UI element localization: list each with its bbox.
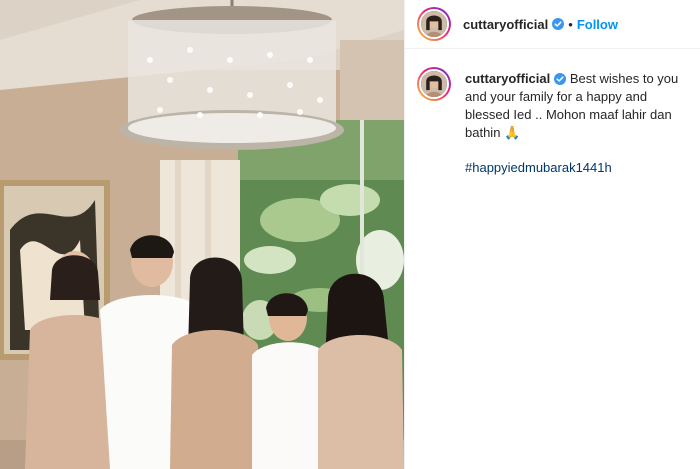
post-sidebar: cuttaryofficial • Follow cuttaryofficial [404,0,700,469]
follow-button[interactable]: Follow [577,17,618,32]
caption-avatar[interactable] [417,67,451,101]
verified-badge-icon [554,73,567,85]
folded-hands-icon: 🙏 [504,125,521,140]
post-photo[interactable] [0,0,404,469]
verified-badge-icon [552,18,565,30]
avatar-photo [419,9,449,39]
header-username[interactable]: cuttaryofficial [463,17,548,32]
header-separator: • [568,16,573,32]
profile-avatar[interactable] [417,7,451,41]
caption-body: cuttaryofficial Best wishes to you and y… [465,70,688,177]
family-photo-illustration [0,0,404,469]
caption-comment: cuttaryofficial Best wishes to you and y… [405,49,700,177]
avatar-photo [419,69,449,99]
caption-hashtag[interactable]: #happyiedmubarak1441h [465,159,688,177]
post-header: cuttaryofficial • Follow [405,0,700,49]
caption-username[interactable]: cuttaryofficial [465,71,550,86]
